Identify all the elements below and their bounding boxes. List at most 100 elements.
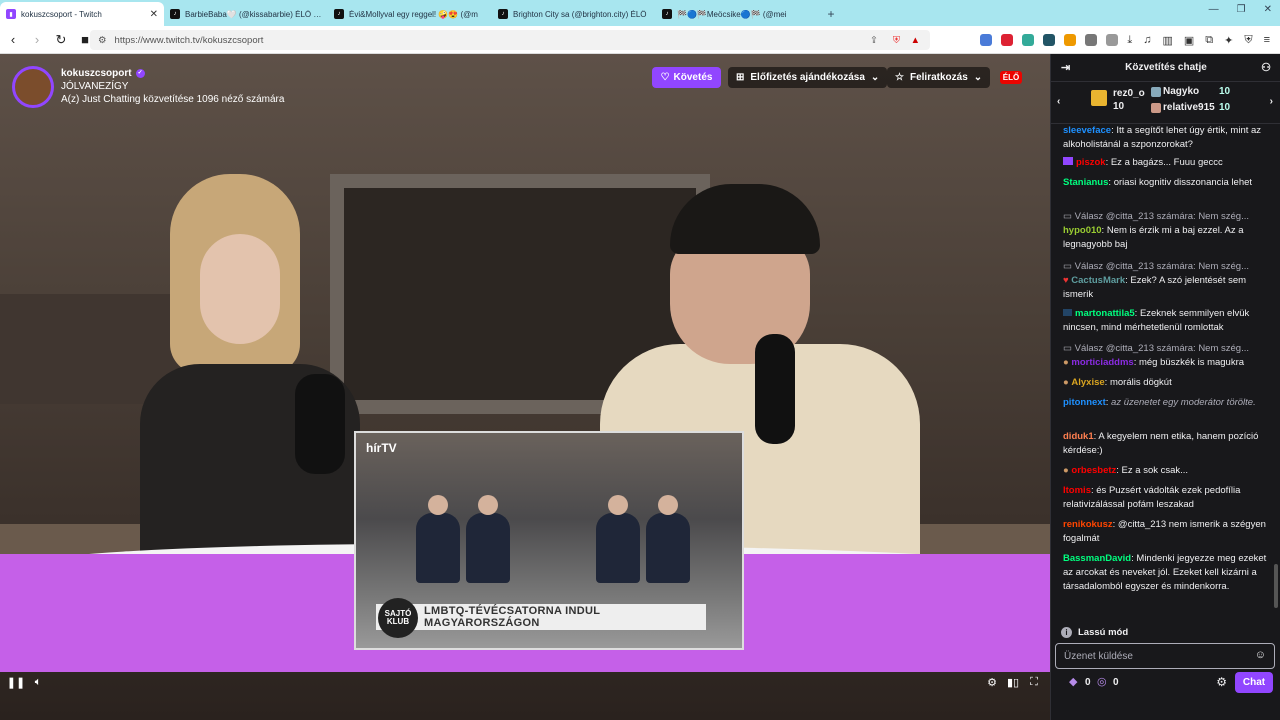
reply-context[interactable]: ▭ Válasz @citta_213 számára: Nem szég...	[1063, 342, 1275, 356]
tab-twitch[interactable]: ▮ kokuszcsoport - Twitch ✕	[0, 2, 164, 26]
chevron-left-icon[interactable]: ‹	[1057, 96, 1060, 107]
gift-label: Előfizetés ajándékozása	[750, 72, 865, 83]
chat-message[interactable]: martonattila5: Ezeknek semmilyen elvük n…	[1063, 307, 1275, 335]
reader-icon[interactable]	[1106, 34, 1118, 46]
chat-username[interactable]: Alyxise	[1071, 377, 1104, 388]
tiktok-favicon-icon: ♪	[334, 9, 344, 19]
pause-icon[interactable]: ❚❚	[7, 674, 25, 690]
reply-context[interactable]: ▭ Válasz @citta_213 számára: Nem szég...	[1063, 210, 1275, 224]
sidebar-icon[interactable]: ▥	[1162, 34, 1172, 47]
counter-extension-icon[interactable]	[1043, 34, 1055, 46]
shield-icon[interactable]: ⛨	[893, 35, 900, 46]
channel-points-count: 0	[1113, 677, 1119, 688]
chat-username[interactable]: Itomis	[1063, 485, 1091, 496]
puzzle-icon[interactable]	[1085, 34, 1097, 46]
chevron-right-icon[interactable]: ›	[1270, 96, 1273, 107]
translate-icon[interactable]	[980, 34, 992, 46]
tab-tiktok-3[interactable]: ♪ Brighton City sa (@brighton.city) ÉLŐ	[492, 2, 656, 26]
users-icon[interactable]: ⚇	[1261, 61, 1271, 74]
chat-message[interactable]: ● orbesbetz: Ez a sok csak...	[1063, 464, 1275, 478]
tab-tiktok-4[interactable]: ♪ 🏁🔵🏁Meöcsike🔵🏁 (@mei	[656, 2, 820, 26]
chat-message[interactable]: Itomis: és Puzsért vádolták ezek pedofíl…	[1063, 484, 1275, 512]
chat-username[interactable]: hypo010	[1063, 225, 1102, 236]
chat-username[interactable]: renikokusz	[1063, 519, 1113, 530]
vpn-icon[interactable]: ⛨	[1244, 34, 1252, 47]
tab-label: Brighton City sa (@brighton.city) ÉLŐ	[513, 9, 647, 19]
follow-button[interactable]: ♡ Követés	[652, 67, 721, 88]
chat-username[interactable]: orbesbetz	[1071, 465, 1116, 476]
chat-message[interactable]: ▭ Válasz @citta_213 számára: Nem szég...…	[1063, 260, 1275, 302]
forward-icon[interactable]: ›	[26, 29, 48, 51]
minimize-icon[interactable]: —	[1209, 4, 1219, 15]
send-chat-button[interactable]: Chat	[1235, 672, 1273, 693]
color-extension-icon[interactable]	[1064, 34, 1076, 46]
x-extension-icon[interactable]	[1001, 34, 1013, 46]
chat-message[interactable]: ▭ Válasz @citta_213 számára: Nem szég...…	[1063, 210, 1275, 252]
reply-icon: ▭	[1063, 261, 1075, 272]
chat-username[interactable]: pitonnext	[1063, 397, 1106, 408]
subscribe-button[interactable]: ☆ Feliratkozás ⌄	[887, 67, 991, 88]
chat-message[interactable]: pitonnext: az üzenetet egy moderátor tör…	[1063, 396, 1275, 410]
avatar-icon	[1151, 87, 1161, 97]
site-settings-icon[interactable]: ⚙	[98, 35, 107, 46]
reply-context[interactable]: ▭ Válasz @citta_213 számára: Nem szég...	[1063, 260, 1275, 274]
restore-icon[interactable]: ❐	[1237, 4, 1246, 15]
microphone-left	[295, 374, 345, 474]
chat-text: oriasi kognitiv disszonancia lehet	[1113, 177, 1253, 188]
bits-icon[interactable]: ◆	[1069, 675, 1077, 688]
collapse-chat-icon[interactable]: ⇥	[1061, 61, 1070, 74]
wallet-icon[interactable]: ▣	[1184, 34, 1194, 47]
close-window-icon[interactable]: ✕	[1264, 4, 1272, 15]
channel-name-row[interactable]: kokuszcsoport ✓	[61, 68, 145, 79]
menu-icon[interactable]: ≡	[1264, 34, 1270, 46]
chat-username[interactable]: morticiaddms	[1071, 357, 1133, 368]
chat-username[interactable]: Stanianus	[1063, 177, 1108, 188]
chat-message[interactable]: Stanianus: oriasi kognitiv disszonancia …	[1063, 176, 1275, 190]
chat-message[interactable]: sleeveface: Itt a segítőt lehet úgy érti…	[1063, 124, 1275, 152]
channel-avatar[interactable]	[12, 66, 54, 108]
chat-message[interactable]: ▭ Válasz @citta_213 számára: Nem szég...…	[1063, 342, 1275, 370]
chevron-down-icon: ⌄	[870, 72, 880, 83]
emote-picker-icon[interactable]: ☺	[1255, 649, 1266, 661]
player-controls: ❚❚ 🔈︎ ⚙ ▮▯ ⛶	[0, 670, 1050, 694]
theatre-mode-icon[interactable]: ▮▯	[1005, 674, 1021, 690]
share-icon[interactable]: ⇪	[870, 35, 878, 46]
music-icon[interactable]: ♫	[1143, 34, 1151, 46]
video-player[interactable]: hírTV LMBTQ-TÉVÉCSATORNA INDUL MAGYARORS…	[0, 54, 1050, 720]
chat-username[interactable]: sleeveface	[1063, 125, 1111, 136]
close-tab-icon[interactable]: ✕	[150, 9, 158, 20]
flag-extension-icon[interactable]	[1022, 34, 1034, 46]
warning-icon[interactable]: ▲	[911, 35, 920, 46]
fullscreen-icon[interactable]: ⛶	[1026, 674, 1042, 690]
chat-message[interactable]: ● Alyxise: morális dögkút	[1063, 376, 1275, 390]
chat-username[interactable]: piszok	[1076, 157, 1106, 168]
ai-icon[interactable]: ✦	[1224, 34, 1233, 47]
chat-scrollbar[interactable]	[1274, 564, 1278, 608]
chat-message[interactable]: diduk1: A kegyelem nem etika, hanem pozí…	[1063, 430, 1275, 458]
new-tab-button[interactable]: +	[820, 2, 842, 26]
chat-text: még büszkék is magukra	[1138, 357, 1245, 368]
channel-points-icon[interactable]: ◎	[1097, 675, 1107, 688]
chat-settings-icon[interactable]: ⚙	[1216, 675, 1227, 689]
news-chyron: LMBTQ-TÉVÉCSATORNA INDUL MAGYARORSZÁGON	[376, 604, 706, 630]
chat-username[interactable]: BassmanDavid	[1063, 553, 1131, 564]
screenshot-icon[interactable]: ⧉	[1205, 34, 1213, 47]
settings-icon[interactable]: ⚙	[984, 674, 1000, 690]
url-field[interactable]: ⚙ https://www.twitch.tv/kokuszcsoport ⇪ …	[90, 30, 930, 50]
back-icon[interactable]: ‹	[2, 29, 24, 51]
download-icon[interactable]: ⤓	[1127, 34, 1132, 47]
tab-tiktok-1[interactable]: ♪ BarbieBaba🤍 (@kissabarbie) ÉLŐ ad	[164, 2, 328, 26]
reply-icon: ▭	[1063, 343, 1075, 354]
chat-username[interactable]: diduk1	[1063, 431, 1094, 442]
chat-input[interactable]: Üzenet küldése ☺	[1055, 643, 1275, 669]
tab-tiktok-2[interactable]: ♪ Évi&Mollyval egy reggel! 🤪😍 (@m	[328, 2, 492, 26]
chat-username[interactable]: martonattila5	[1075, 308, 1135, 319]
reload-icon[interactable]: ↻	[50, 29, 72, 51]
chat-message[interactable]: piszok: Ez a bagázs... Fuuu geccc	[1063, 156, 1275, 170]
volume-icon[interactable]: 🔈︎	[30, 674, 46, 690]
microphone-right	[755, 334, 795, 444]
chat-message[interactable]: renikokusz: @citta_213 nem ismerik a szé…	[1063, 518, 1275, 546]
chat-message[interactable]: BassmanDavid: Mindenki jegyezze meg ezek…	[1063, 552, 1275, 594]
chat-username[interactable]: CactusMark	[1071, 275, 1125, 286]
gift-sub-button[interactable]: ⊞ Előfizetés ajándékozása ⌄	[728, 67, 888, 88]
